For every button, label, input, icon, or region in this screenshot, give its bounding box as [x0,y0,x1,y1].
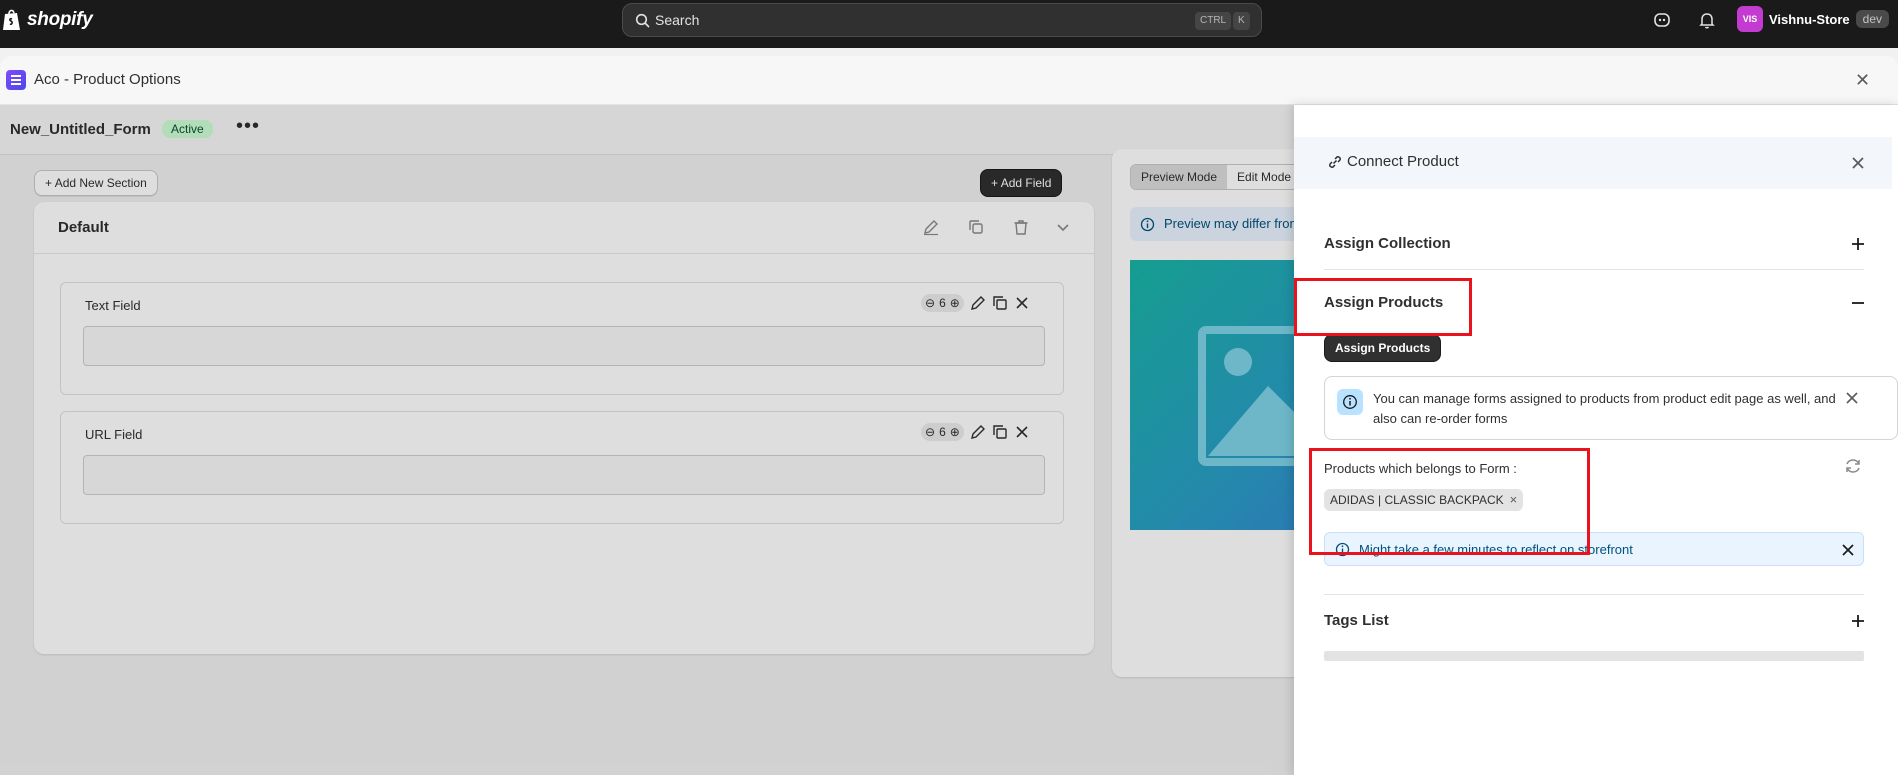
info-banner-text: You can manage forms assigned to product… [1373,391,1836,426]
shopify-bag-icon [3,9,20,30]
shopify-wordmark: shopify [27,9,93,30]
tags-list-title: Tags List [1324,612,1389,629]
store-avatar: VIS [1737,6,1763,32]
info-icon [1335,542,1350,557]
search-icon [635,13,650,28]
close-app-icon[interactable]: ✕ [1855,70,1870,91]
sidekick-icon[interactable] [1652,10,1672,30]
notifications-bell-icon[interactable] [1697,10,1717,30]
shortcut-ctrl-key: CTRL [1195,12,1232,30]
plus-icon[interactable] [1850,613,1866,629]
store-name: Vishnu-Store [1769,11,1850,27]
assign-products-title: Assign Products [1324,294,1444,311]
minus-icon[interactable] [1850,295,1866,311]
app-header: Aco - Product Options ✕ [0,56,1898,105]
dismiss-banner-icon[interactable] [1845,391,1859,405]
assign-products-button[interactable]: Assign Products [1324,334,1442,362]
global-search-input[interactable]: Search CTRL K [622,3,1262,37]
search-placeholder: Search [655,12,700,28]
close-drawer-icon[interactable] [1849,154,1867,172]
plus-icon[interactable] [1850,236,1866,252]
tags-list-placeholder [1324,651,1864,661]
app-title: Aco - Product Options [34,71,181,88]
dev-store-badge: dev [1855,10,1890,28]
product-chip-label: ADIDAS | CLASSIC BACKPACK [1330,493,1504,507]
refresh-icon[interactable] [1844,457,1862,475]
storefront-notice-text: Might take a few minutes to reflect on s… [1359,542,1633,557]
connect-product-drawer: Connect Product Assign Collection Assign… [1294,105,1898,775]
link-icon [1329,155,1341,168]
shopify-topbar: shopify Search CTRL K VIS Vishnu-Store d… [0,0,1898,48]
product-chip: ADIDAS | CLASSIC BACKPACK × [1324,489,1524,511]
remove-product-icon[interactable]: × [1510,489,1518,511]
divider [1324,594,1864,595]
divider [1324,269,1864,270]
drawer-title-text: Connect Product [1347,153,1459,170]
info-icon [1337,389,1363,415]
drawer-header: Connect Product [1294,137,1892,189]
shopify-logo[interactable]: shopify [2,8,93,32]
store-menu[interactable]: VIS Vishnu-Store dev [1737,6,1890,32]
info-banner: You can manage forms assigned to product… [1324,376,1898,440]
shortcut-k-key: K [1233,12,1250,30]
products-belongs-label: Products which belongs to Form : [1324,461,1517,476]
drawer-title: Connect Product [1327,153,1459,170]
storefront-notice: Might take a few minutes to reflect on s… [1324,532,1864,566]
app-frame: Aco - Product Options ✕ New_Untitled_For… [0,56,1898,775]
aco-app-icon [6,70,26,90]
dismiss-notice-icon[interactable] [1841,543,1855,557]
assign-collection-title: Assign Collection [1324,235,1451,252]
